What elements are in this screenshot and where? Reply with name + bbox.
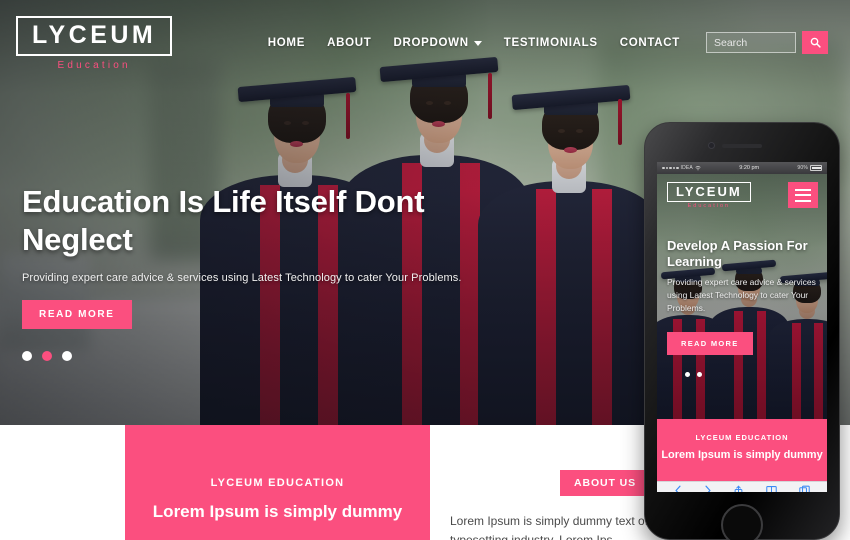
hamburger-icon-line — [795, 194, 811, 196]
carousel-dot-2[interactable] — [42, 351, 52, 361]
site-header: LYCEUM Education HOME ABOUT DROPDOWN TES… — [0, 0, 850, 74]
hamburger-menu-button[interactable] — [788, 182, 818, 208]
wifi-icon — [695, 166, 701, 171]
phone-mockup: IDEA 9:20 pm 90% LYCEUM Education Develo… — [644, 122, 840, 540]
mobile-carousel-dot-2[interactable] — [697, 372, 702, 377]
hamburger-icon-line — [795, 199, 811, 202]
mobile-panel-title: Lorem Ipsum is simply dummy — [661, 449, 823, 461]
site-logo[interactable]: LYCEUM Education — [16, 16, 173, 71]
chevron-down-icon — [473, 41, 482, 46]
logo-tagline: Education — [57, 60, 131, 71]
phone-speaker — [722, 144, 762, 148]
carousel-dot-1[interactable] — [22, 351, 32, 361]
hero-read-more-button[interactable]: READ MORE — [22, 300, 132, 330]
mobile-panel-kicker: LYCEUM EDUCATION — [695, 433, 789, 442]
phone-camera — [708, 142, 715, 149]
mobile-hero-subtitle: Providing expert care advice & services … — [667, 276, 816, 313]
search-input[interactable] — [706, 32, 796, 53]
hamburger-icon-line — [795, 188, 811, 191]
mobile-hero: LYCEUM Education Develop A Passion For L… — [657, 174, 827, 419]
mobile-carousel-dot-1[interactable] — [685, 372, 690, 377]
nav-item-testimonials[interactable]: TESTIMONIALS — [504, 37, 598, 49]
nav-item-contact[interactable]: CONTACT — [620, 37, 680, 49]
nav-item-dropdown[interactable]: DROPDOWN — [393, 36, 482, 49]
nav-item-about[interactable]: ABOUT — [327, 37, 371, 49]
mobile-carousel-dots — [685, 372, 702, 377]
share-icon[interactable] — [734, 485, 743, 493]
highlight-panel: LYCEUM EDUCATION Lorem Ipsum is simply d… — [125, 425, 430, 540]
status-time: 9:20 pm — [739, 165, 760, 171]
battery-percent: 90% — [797, 165, 808, 171]
search-area — [706, 31, 828, 54]
phone-home-button[interactable] — [721, 504, 763, 540]
search-button[interactable] — [802, 31, 828, 54]
signal-strength-icon — [662, 166, 679, 170]
logo-frame: LYCEUM — [16, 16, 173, 56]
main-navigation: HOME ABOUT DROPDOWN TESTIMONIALS CONTACT — [268, 31, 828, 54]
nav-label: TESTIMONIALS — [503, 36, 598, 49]
nav-label: HOME — [267, 36, 306, 49]
forward-icon[interactable] — [704, 485, 712, 492]
mobile-status-bar: IDEA 9:20 pm 90% — [657, 162, 827, 174]
panel-kicker: LYCEUM EDUCATION — [210, 477, 345, 489]
nav-label: CONTACT — [619, 36, 680, 49]
bookmarks-icon[interactable] — [765, 485, 777, 492]
tabs-icon[interactable] — [799, 485, 810, 492]
status-battery-area: 90% — [797, 165, 822, 171]
mobile-hero-copy: Develop A Passion For Learning Providing… — [667, 238, 817, 315]
mobile-read-more-button[interactable]: READ MORE — [667, 332, 753, 355]
nav-label: ABOUT — [327, 36, 372, 49]
back-icon[interactable] — [674, 485, 682, 492]
hero-subtitle: Providing expert care advice & services … — [22, 272, 462, 285]
battery-icon — [810, 165, 822, 171]
hero-copy: Education Is Life Itself Dont Neglect Pr… — [22, 183, 462, 330]
status-signal-area: IDEA — [662, 165, 701, 171]
mobile-hero-title: Develop A Passion For Learning — [667, 238, 808, 270]
mobile-logo[interactable]: LYCEUM Education — [667, 182, 751, 209]
nav-item-home[interactable]: HOME — [268, 37, 305, 49]
logo-text: LYCEUM — [32, 21, 157, 49]
mobile-logo-frame: LYCEUM — [667, 182, 751, 203]
search-icon — [810, 37, 821, 48]
hero-title: Education Is Life Itself Dont Neglect — [22, 184, 425, 258]
nav-label: DROPDOWN — [393, 36, 469, 49]
mobile-logo-tagline: Education — [687, 203, 731, 210]
carousel-dot-3[interactable] — [62, 351, 72, 361]
mobile-logo-text: LYCEUM — [676, 184, 742, 199]
mobile-highlight-panel: LYCEUM EDUCATION Lorem Ipsum is simply d… — [657, 419, 827, 481]
carrier-label: IDEA — [680, 165, 693, 171]
mobile-browser-toolbar — [657, 481, 827, 492]
carousel-dots — [22, 351, 72, 361]
tab-about-us[interactable]: ABOUT US — [560, 470, 651, 496]
panel-title: Lorem Ipsum is simply dummy — [152, 502, 403, 521]
phone-screen: IDEA 9:20 pm 90% LYCEUM Education Develo… — [657, 162, 827, 492]
